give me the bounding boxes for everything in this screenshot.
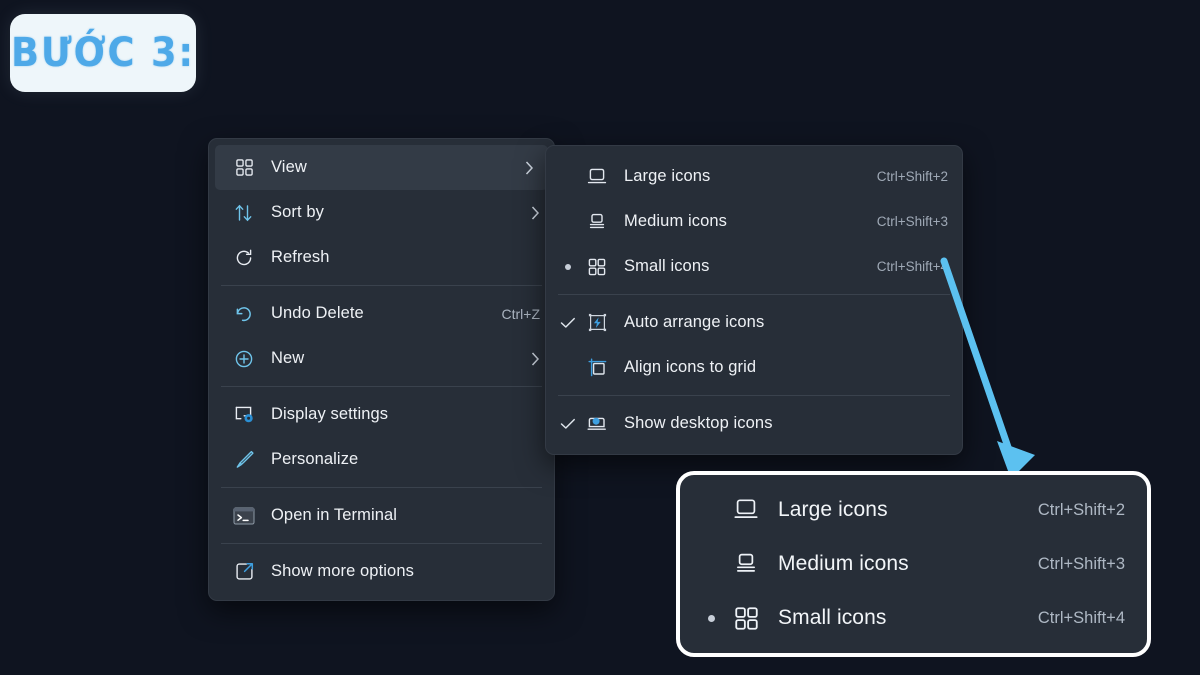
undo-icon [229,299,259,329]
view-submenu[interactable]: Large icons Ctrl+Shift+2 Medium icons Ct… [545,145,963,455]
callout-item-accel: Ctrl+Shift+2 [1038,501,1125,520]
submenu-item-accel: Ctrl+Shift+4 [877,259,948,274]
menu-item-label: Personalize [271,450,540,469]
submenu-item-show-desktop-icons[interactable]: Show desktop icons [546,401,962,446]
submenu-item-medium-icons[interactable]: Medium icons Ctrl+Shift+3 [546,199,962,244]
callout-item-medium-icons[interactable]: Medium icons Ctrl+Shift+3 [680,537,1147,591]
refresh-icon [229,243,259,273]
selected-bullet [554,264,582,270]
submenu-item-label: Medium icons [624,212,859,231]
callout-item-accel: Ctrl+Shift+3 [1038,555,1125,574]
submenu-item-label: Align icons to grid [624,358,948,377]
submenu-item-align-icons-to-grid[interactable]: Align icons to grid [546,345,962,390]
align-to-grid-icon [582,353,612,383]
menu-item-view[interactable]: View [215,145,548,190]
step-badge-label: BƯỚC 3: [11,30,195,76]
menu-item-label: View [271,158,513,177]
menu-item-undo-delete[interactable]: Undo Delete Ctrl+Z [209,291,554,336]
menu-item-show-more-options[interactable]: Show more options [209,549,554,594]
auto-arrange-icon [582,308,612,338]
callout-item-accel: Ctrl+Shift+4 [1038,609,1125,628]
terminal-icon [229,501,259,531]
submenu-item-small-icons[interactable]: Small icons Ctrl+Shift+4 [546,244,962,289]
chevron-right-icon [531,352,540,366]
medium-icons-icon [582,207,612,237]
screenshot-canvas: BƯỚC 3: View Sort by [0,0,1200,675]
menu-item-label: New [271,349,519,368]
desktop-context-menu[interactable]: View Sort by [208,138,555,601]
show-desktop-icons-icon [582,409,612,439]
menu-separator [221,543,542,544]
checkmark-icon [554,418,582,430]
menu-item-refresh[interactable]: Refresh [209,235,554,280]
grid-icon [229,153,259,183]
submenu-item-large-icons[interactable]: Large icons Ctrl+Shift+2 [546,154,962,199]
menu-item-sort-by[interactable]: Sort by [209,190,554,235]
menu-item-label: Open in Terminal [271,506,540,525]
callout-item-label: Medium icons [778,552,1020,576]
menu-separator [221,285,542,286]
chevron-right-icon [525,161,534,175]
display-settings-icon [229,400,259,430]
submenu-item-label: Large icons [624,167,859,186]
menu-separator [221,487,542,488]
menu-item-label: Sort by [271,203,519,222]
sort-arrows-icon [229,198,259,228]
menu-item-label: Undo Delete [271,304,484,323]
menu-item-display-settings[interactable]: Display settings [209,392,554,437]
submenu-item-auto-arrange-icons[interactable]: Auto arrange icons [546,300,962,345]
submenu-item-label: Small icons [624,257,859,276]
chevron-right-icon [531,206,540,220]
selected-bullet [694,615,728,622]
small-icons-icon [582,252,612,282]
menu-item-new[interactable]: New [209,336,554,381]
large-icons-icon [582,162,612,192]
step-badge: BƯỚC 3: [10,14,196,92]
submenu-separator [558,395,950,396]
paintbrush-icon [229,445,259,475]
menu-item-label: Show more options [271,562,540,581]
callout-item-label: Small icons [778,606,1020,630]
callout-item-large-icons[interactable]: Large icons Ctrl+Shift+2 [680,483,1147,537]
show-more-options-icon [229,557,259,587]
menu-item-personalize[interactable]: Personalize [209,437,554,482]
checkmark-icon [554,317,582,329]
callout-item-small-icons[interactable]: Small icons Ctrl+Shift+4 [680,591,1147,645]
menu-item-label: Refresh [271,248,540,267]
submenu-item-accel: Ctrl+Shift+3 [877,214,948,229]
menu-item-accel: Ctrl+Z [502,306,541,322]
submenu-item-accel: Ctrl+Shift+2 [877,169,948,184]
large-icons-icon [728,493,764,527]
submenu-item-label: Show desktop icons [624,414,948,433]
plus-circle-icon [229,344,259,374]
submenu-item-label: Auto arrange icons [624,313,948,332]
callout-item-label: Large icons [778,498,1020,522]
menu-separator [221,386,542,387]
menu-item-open-in-terminal[interactable]: Open in Terminal [209,493,554,538]
medium-icons-icon [728,547,764,581]
submenu-separator [558,294,950,295]
small-icons-icon [728,601,764,635]
menu-item-label: Display settings [271,405,540,424]
zoom-callout[interactable]: Large icons Ctrl+Shift+2 Medium icons Ct… [676,471,1151,657]
